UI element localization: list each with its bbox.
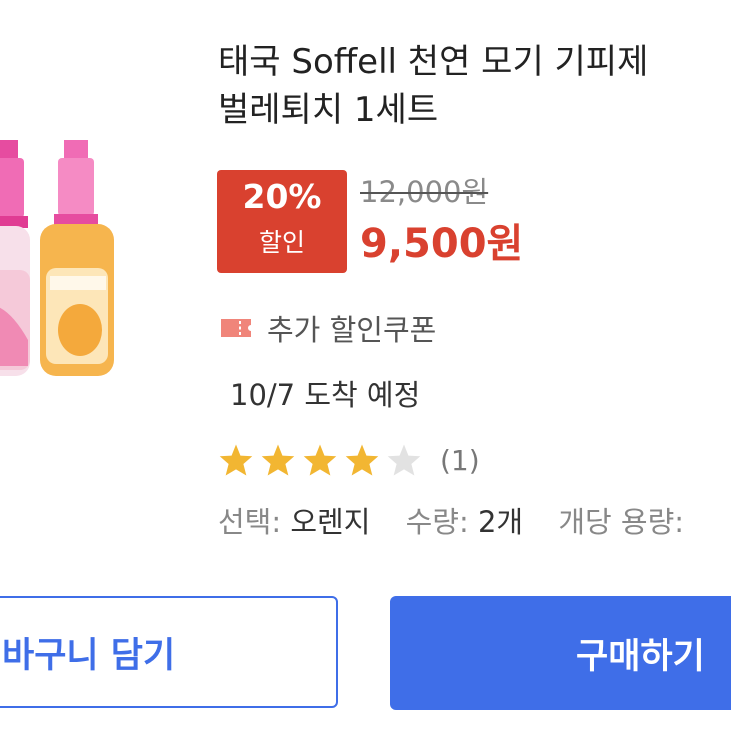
star-icon	[345, 444, 379, 476]
product-title-line2: 벌레퇴치 1세트	[218, 90, 439, 130]
selected-options: 선택: 오렌지 수량: 2개 개당 용량:	[218, 500, 684, 544]
option-select-label: 선택:	[218, 505, 282, 539]
review-count: (1)	[440, 443, 480, 477]
coupon-text: 추가 할인쿠폰	[267, 313, 437, 347]
add-to-cart-button[interactable]: 바구니 담기	[0, 596, 338, 708]
delivery-estimate: 10/7 도착 예정	[230, 378, 421, 412]
product-page: 태국 Soffell 천연 모기 기피제 벌레퇴치 1세트 20% 할인 12,…	[0, 0, 731, 731]
orange-bottle-image	[40, 140, 114, 376]
product-title: 태국 Soffell 천연 모기 기피제 벌레퇴치 1세트	[218, 38, 731, 134]
option-qty-label: 수량:	[405, 505, 469, 539]
coupon-link[interactable]: 추가 할인쿠폰	[219, 306, 436, 350]
discount-rate: 20%	[242, 177, 322, 216]
sale-price: 9,500원	[360, 221, 524, 267]
discount-label: 할인	[258, 228, 305, 257]
product-title-line1: 태국 Soffell 천연 모기 기피제	[218, 42, 649, 82]
pink-bottle-image	[0, 140, 30, 376]
discount-badge: 20% 할인	[217, 170, 347, 273]
option-volume-label: 개당 용량:	[558, 505, 685, 539]
rating[interactable]: (1)	[218, 438, 480, 482]
star-icon	[219, 444, 253, 476]
option-select-value: 오렌지	[290, 505, 371, 539]
star-icon	[261, 444, 295, 476]
coupon-icon	[221, 319, 251, 337]
option-qty-value: 2개	[477, 505, 524, 539]
product-image[interactable]	[0, 120, 120, 380]
star-icon	[303, 444, 337, 476]
original-price: 12,000원	[360, 175, 489, 209]
buy-now-button[interactable]: 구매하기	[390, 596, 731, 710]
star-empty-icon	[387, 444, 421, 476]
